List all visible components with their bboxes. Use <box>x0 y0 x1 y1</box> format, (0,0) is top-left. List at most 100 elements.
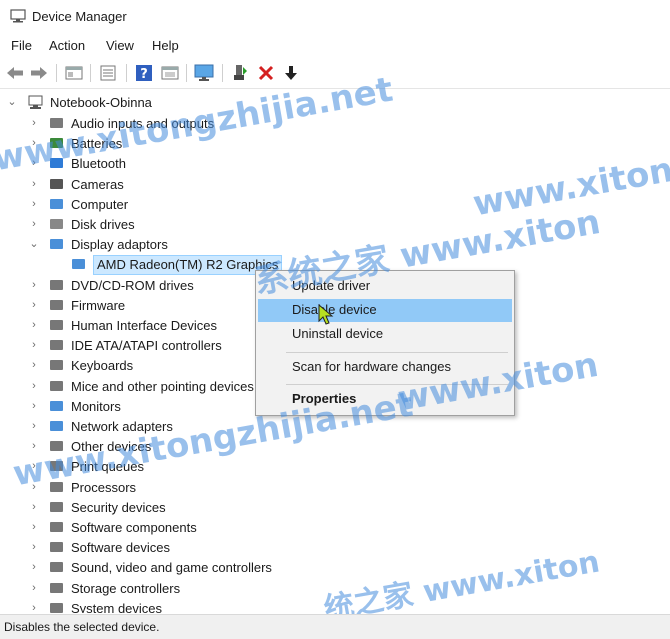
context-update-driver[interactable]: Update driver <box>258 275 512 298</box>
toolbar: ? <box>0 58 670 89</box>
monitor-icon[interactable] <box>193 62 215 84</box>
menu-bar: File Action View Help <box>0 34 670 58</box>
enable-device-icon[interactable] <box>229 62 251 84</box>
context-uninstall-device[interactable]: Uninstall device <box>258 323 512 346</box>
tree-item[interactable]: › System devices <box>0 599 670 613</box>
chevron-right-icon[interactable]: › <box>28 156 40 170</box>
device-category-icon <box>50 602 63 613</box>
chevron-right-icon[interactable]: › <box>28 278 40 292</box>
chevron-right-icon[interactable]: › <box>28 136 40 150</box>
chevron-right-icon[interactable]: › <box>28 581 40 595</box>
device-category-icon <box>50 360 63 371</box>
device-category-icon <box>50 299 63 310</box>
device-category-icon <box>50 178 63 189</box>
tree-item-label: Network adapters <box>71 419 173 434</box>
tree-item-label: Audio inputs and outputs <box>71 116 215 131</box>
device-category-icon <box>50 562 63 573</box>
menu-help[interactable]: Help <box>152 38 179 53</box>
tree-item-label: Monitors <box>71 398 121 414</box>
tree-item[interactable]: › Cameras <box>0 175 670 195</box>
chevron-right-icon[interactable]: › <box>28 520 40 534</box>
device-category-icon <box>72 259 85 270</box>
tree-item[interactable]: › Processors <box>0 478 670 498</box>
status-text: Disables the selected device. <box>4 620 160 634</box>
device-category-icon <box>50 400 63 411</box>
chevron-right-icon[interactable]: › <box>28 459 40 473</box>
device-category-icon <box>50 138 63 149</box>
chevron-right-icon[interactable]: › <box>28 358 40 372</box>
tree-item-label: Security devices <box>71 499 166 515</box>
back-arrow-icon[interactable] <box>4 62 26 84</box>
context-properties[interactable]: Properties <box>258 388 512 411</box>
chevron-down-icon[interactable]: ⌄ <box>6 95 18 109</box>
tree-item[interactable]: › Storage controllers <box>0 579 670 599</box>
tree-item[interactable]: › Computer <box>0 195 670 215</box>
chevron-right-icon[interactable]: › <box>28 480 40 494</box>
status-bar: Disables the selected device. <box>0 614 670 639</box>
context-scan-hardware[interactable]: Scan for hardware changes <box>258 356 512 379</box>
uninstall-x-icon[interactable] <box>255 62 277 84</box>
chevron-right-icon[interactable]: › <box>28 560 40 574</box>
chevron-right-icon[interactable]: › <box>28 116 40 130</box>
tree-item[interactable]: › Software devices <box>0 538 670 558</box>
device-category-icon <box>50 158 63 169</box>
device-category-icon <box>50 461 63 472</box>
svg-text:?: ? <box>140 67 148 82</box>
device-category-icon <box>50 279 63 290</box>
tree-item-label: Software components <box>71 520 197 535</box>
tree-item[interactable]: › Network adapters <box>0 417 670 437</box>
properties-icon[interactable] <box>63 62 85 84</box>
forward-arrow-icon[interactable] <box>28 62 50 84</box>
chevron-right-icon[interactable]: › <box>28 399 40 413</box>
tree-item-label: Print queues <box>71 459 144 475</box>
menu-action[interactable]: Action <box>49 38 85 53</box>
update-driver-icon[interactable] <box>280 62 302 84</box>
tree-root[interactable]: ⌄ Notebook-Obinna <box>0 93 670 113</box>
chevron-right-icon[interactable]: › <box>28 379 40 393</box>
chevron-down-icon[interactable]: ⌄ <box>28 237 40 251</box>
device-category-icon <box>50 421 63 431</box>
menu-file[interactable]: File <box>11 38 32 53</box>
context-disable-device[interactable]: Disable device <box>258 299 512 322</box>
tree-item[interactable]: › Batteries <box>0 134 670 154</box>
chevron-right-icon[interactable]: › <box>28 298 40 312</box>
tree-item[interactable]: › Print queues <box>0 457 670 477</box>
scan-icon[interactable] <box>159 62 181 84</box>
window-title: Device Manager <box>32 9 127 24</box>
chevron-right-icon[interactable]: › <box>28 500 40 514</box>
help-icon[interactable]: ? <box>133 62 155 84</box>
tree-root-label: Notebook-Obinna <box>50 95 152 110</box>
computer-root-icon <box>28 95 43 109</box>
tree-item[interactable]: › Bluetooth <box>0 154 670 174</box>
tree-item-label: Processors <box>71 479 137 495</box>
chevron-right-icon[interactable]: › <box>28 217 40 231</box>
tree-item[interactable]: ⌄ Display adaptors <box>0 235 670 255</box>
tree-item[interactable]: › Disk drives <box>0 215 670 235</box>
device-category-icon <box>50 582 63 593</box>
chevron-right-icon[interactable]: › <box>28 439 40 453</box>
tree-item-label: Cameras <box>71 176 124 192</box>
tree-item-label: Disk drives <box>71 217 135 232</box>
device-category-icon <box>50 380 63 391</box>
chevron-right-icon[interactable]: › <box>28 540 40 554</box>
chevron-right-icon[interactable]: › <box>28 338 40 352</box>
device-category-icon <box>50 320 63 330</box>
tree-item[interactable]: › Other devices <box>0 437 670 457</box>
menu-view[interactable]: View <box>106 38 134 53</box>
tree-item[interactable]: › Security devices <box>0 498 670 518</box>
chevron-right-icon[interactable]: › <box>28 318 40 332</box>
chevron-right-icon[interactable]: › <box>28 601 40 613</box>
device-category-icon <box>50 501 63 512</box>
tree-item-label: AMD Radeon(TM) R2 Graphics <box>93 255 283 276</box>
chevron-right-icon[interactable]: › <box>28 177 40 191</box>
tree-item-label: Firmware <box>71 297 126 313</box>
chevron-right-icon[interactable]: › <box>28 197 40 211</box>
tree-item-label: Mice and other pointing devices <box>71 378 254 394</box>
tree-item[interactable]: › Sound, video and game controllers <box>0 558 670 578</box>
list-icon[interactable] <box>97 62 119 84</box>
tree-item-label: Display adaptors <box>71 237 168 253</box>
tree-item[interactable]: › Software components <box>0 518 670 538</box>
tree-item-label: Human Interface Devices <box>71 318 217 333</box>
chevron-right-icon[interactable]: › <box>28 419 40 433</box>
tree-item[interactable]: › Audio inputs and outputs <box>0 114 670 134</box>
